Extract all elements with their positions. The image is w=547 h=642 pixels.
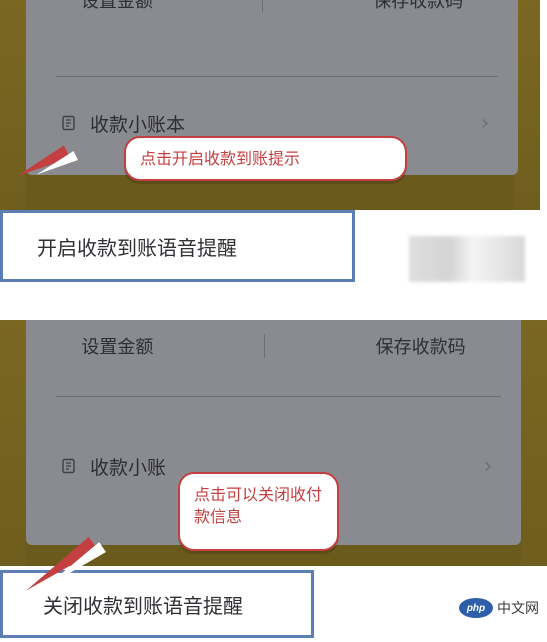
voice-reminder-label: 关闭收款到账语音提醒 [43, 593, 243, 618]
php-logo-icon: php [459, 598, 493, 618]
save-qr-code-link[interactable]: 保存收款码 [373, 0, 463, 13]
annotation-callout: 点击可以关闭收付款信息 [178, 472, 339, 551]
watermark-text: 中文网 [497, 601, 539, 617]
chevron-right-icon: › [480, 110, 490, 136]
card-actions: 设置金额 保存收款码 [26, 0, 518, 13]
card-separator [56, 76, 498, 77]
actions-divider [262, 0, 264, 12]
voice-reminder-option[interactable]: 开启收款到账语音提醒 [0, 210, 355, 282]
image-gap [0, 300, 547, 320]
ledger-label: 收款小账本 [90, 113, 186, 136]
set-amount-link[interactable]: 设置金额 [81, 0, 153, 13]
voice-reminder-label: 开启收款到账语音提醒 [37, 235, 237, 260]
top-screenshot: 设置金额 保存收款码 收款小账本 › 开启收款到账语音提醒 点击开启收款到账提示 [0, 0, 540, 300]
card-separator [56, 396, 501, 397]
actions-divider [263, 334, 265, 358]
annotation-callout: 点击开启收款到账提示 [124, 136, 407, 181]
chevron-right-icon: › [483, 453, 493, 479]
card-actions: 设置金额 保存收款码 [26, 330, 521, 362]
callout-text: 点击开启收款到账提示 [140, 148, 301, 168]
bottom-screenshot: 设置金额 保存收款码 收款小账 › 关闭收款到账语音提醒 点击可以关闭收付款信息… [0, 320, 547, 642]
ledger-book-icon [60, 457, 78, 475]
callout-text: 点击可以关闭收付款信息 [194, 485, 323, 526]
watermark: php 中文网 [459, 598, 539, 618]
blurred-region [409, 236, 525, 282]
set-amount-link[interactable]: 设置金额 [81, 333, 153, 359]
ledger-book-icon [60, 114, 78, 132]
save-qr-code-link[interactable]: 保存收款码 [376, 333, 466, 359]
